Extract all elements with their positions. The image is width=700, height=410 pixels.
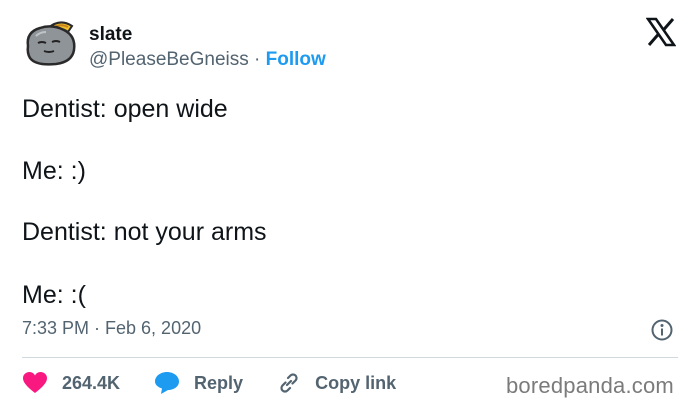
rock-avatar-icon[interactable] (22, 16, 80, 68)
like-button[interactable]: 264.4K (22, 371, 120, 395)
info-icon[interactable] (651, 319, 673, 341)
handle-separator: · (248, 49, 266, 70)
reply-button[interactable]: Reply (154, 371, 243, 395)
tweet-card: slate @PleaseBeGneiss · Follow Dentist: … (0, 0, 700, 410)
author-display-name[interactable]: slate (89, 24, 132, 46)
tweet-text-line: Dentist: open wide (22, 95, 228, 123)
watermark: boredpanda.com (506, 373, 674, 398)
author-handle[interactable]: @PleaseBeGneiss (89, 49, 249, 70)
heart-icon (23, 372, 47, 393)
follow-button[interactable]: Follow (266, 49, 326, 70)
like-count: 264.4K (62, 372, 121, 393)
author-handle-row: @PleaseBeGneiss · Follow (89, 49, 326, 71)
copy-link-button[interactable]: Copy link (277, 371, 396, 395)
action-bar: 264.4K Reply Copy link (22, 369, 430, 397)
reply-label: Reply (194, 372, 244, 393)
tweet-text-line: Dentist: not your arms (22, 218, 267, 246)
tweet-text-line: Me: :) (22, 157, 86, 185)
copy-link-label: Copy link (315, 372, 397, 393)
speech-bubble-icon (155, 372, 180, 394)
x-logo-icon[interactable] (645, 17, 677, 47)
link-icon (280, 373, 298, 393)
tweet-timestamp[interactable]: 7:33 PM · Feb 6, 2020 (22, 318, 201, 339)
tweet-text-line: Me: :( (22, 281, 86, 309)
divider (22, 357, 678, 358)
